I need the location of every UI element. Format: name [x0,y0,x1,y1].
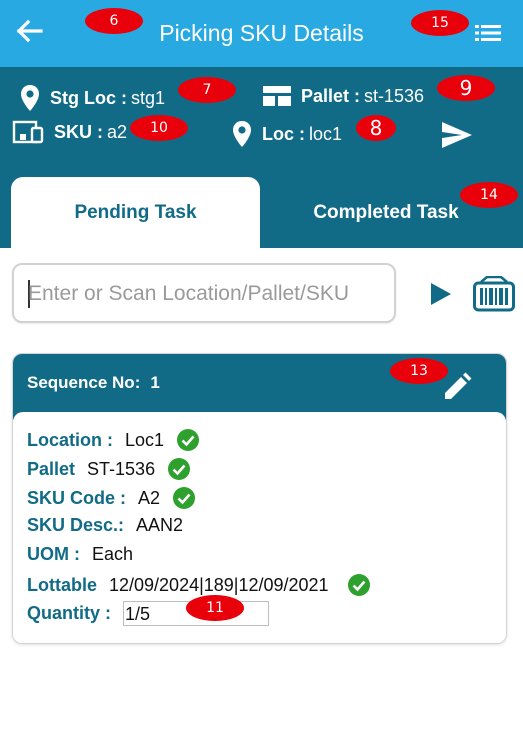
annotation-marker-8: 8 [356,115,396,141]
barcode-scanner-icon [473,275,515,312]
tab-pending-task[interactable]: Pending Task [11,177,260,248]
sku-desc-row: SKU Desc.: AAN2 [27,515,183,536]
annotation-marker-7: 7 [178,77,236,103]
quantity-label: Quantity : [27,603,111,623]
annotation-marker-6: 6 [85,8,143,34]
play-icon [431,283,451,305]
stg-loc-info: Stg Loc : stg1 [20,84,165,112]
check-circle-icon [347,573,371,597]
scan-button[interactable] [473,275,515,312]
uom-row: UOM : Each [27,544,133,565]
sequence-label: Sequence No: [27,373,141,392]
sequence-number: Sequence No: 1 [27,373,160,393]
uom-label: UOM : [27,544,80,564]
go-button[interactable] [430,282,452,306]
sku-label: SKU : [54,121,103,142]
pallet-icon [263,85,291,107]
map-pin-icon [20,84,40,112]
location-label: Location : [27,429,113,450]
stg-loc-label: Stg Loc : [50,87,127,108]
devices-icon [12,120,44,144]
task-card: Sequence No: 1 Location : Loc1 Pallet ST-… [12,353,507,644]
annotation-marker-9: 9 [437,75,495,101]
annotation-marker-13: 13 [390,358,448,384]
sku-desc-label: SKU Desc.: [27,515,125,535]
pallet-label: Pallet : [301,85,361,106]
pallet-row: Pallet ST-1536 [27,457,191,481]
location-value: Loc1 [125,429,165,450]
sku-desc-value: AAN2 [136,515,184,535]
sku-code-row: SKU Code : A2 [27,486,196,510]
sku-info: SKU : a2 [12,120,127,144]
lottable-label: Lottable [27,574,97,595]
location-row: Location : Loc1 [27,428,200,452]
send-button[interactable] [440,120,474,150]
search-box[interactable] [12,263,396,323]
annotation-marker-10: 10 [130,115,188,141]
menu-button[interactable] [473,20,503,46]
annotation-marker-15: 15 [411,10,469,36]
sku-code-label: SKU Code : [27,487,126,508]
sku-value: a2 [107,121,128,142]
loc-label: Loc : [262,123,305,144]
sequence-value: 1 [150,373,160,392]
map-pin-icon [232,120,252,148]
lottable-value: 12/09/2024|189|12/09/2021 [109,574,329,595]
pallet-value: st-1536 [364,85,425,106]
check-circle-icon [176,428,200,452]
list-menu-icon [475,25,501,41]
uom-value: Each [92,544,134,564]
annotation-marker-11: 11 [186,595,244,621]
loc-info: Loc : loc1 [232,120,342,148]
sku-code-value: A2 [138,487,161,508]
check-circle-icon [167,457,191,481]
send-icon [442,122,472,148]
pallet-info: Pallet : st-1536 [263,85,424,107]
stg-loc-value: stg1 [131,87,166,108]
annotation-marker-14: 14 [460,182,518,208]
loc-value: loc1 [309,123,343,144]
search-input[interactable] [28,275,388,313]
pallet-row-label: Pallet [27,458,76,479]
pallet-row-value: ST-1536 [87,458,156,479]
check-circle-icon [172,486,196,510]
lottable-row: Lottable 12/09/2024|189|12/09/2021 [27,573,371,597]
